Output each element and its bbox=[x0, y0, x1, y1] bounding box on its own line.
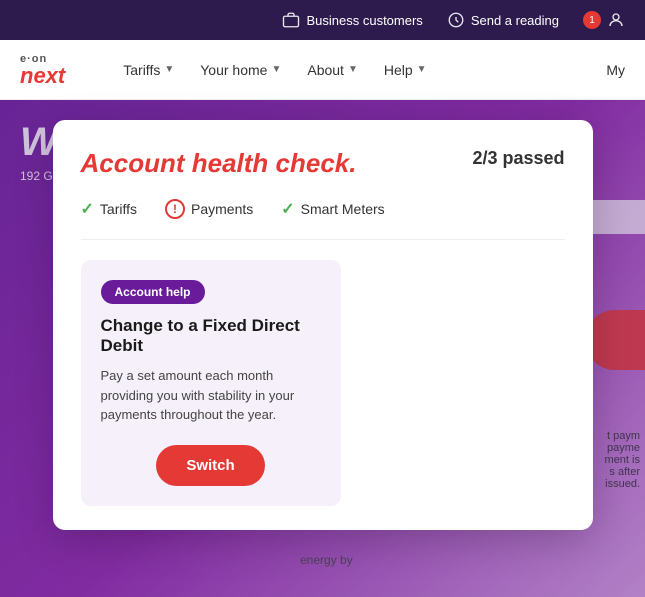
card-badge: Account help bbox=[101, 280, 205, 304]
briefcase-icon bbox=[282, 11, 300, 29]
chevron-down-icon: ▼ bbox=[417, 64, 427, 75]
modal-dialog: Account health check. 2/3 passed ✓ Tarif… bbox=[53, 120, 593, 530]
check-item-payments: ! Payments bbox=[165, 199, 253, 219]
notification-badge: 1 bbox=[583, 11, 601, 29]
check-items-row: ✓ Tariffs ! Payments ✓ Smart Meters bbox=[81, 199, 565, 240]
send-reading-label: Send a reading bbox=[471, 13, 559, 28]
nav-tariffs-label: Tariffs bbox=[123, 62, 160, 78]
card: Account help Change to a Fixed Direct De… bbox=[81, 260, 341, 506]
check-item-smart-meters: ✓ Smart Meters bbox=[281, 199, 384, 219]
modal-score: 2/3 passed bbox=[472, 148, 564, 169]
logo: e·on next bbox=[20, 53, 65, 87]
modal-overlay: Account health check. 2/3 passed ✓ Tarif… bbox=[0, 100, 645, 597]
notifications-link[interactable]: 1 bbox=[583, 11, 625, 29]
nav-your-home[interactable]: Your home ▼ bbox=[192, 62, 289, 78]
card-title: Change to a Fixed Direct Debit bbox=[101, 316, 321, 356]
send-reading-link[interactable]: Send a reading bbox=[447, 11, 559, 29]
check-tariffs-label: Tariffs bbox=[100, 201, 137, 217]
nav-your-home-label: Your home bbox=[200, 62, 267, 78]
nav-about[interactable]: About ▼ bbox=[299, 62, 366, 78]
chevron-down-icon: ▼ bbox=[164, 64, 174, 75]
check-warning-icon: ! bbox=[165, 199, 185, 219]
nav-help[interactable]: Help ▼ bbox=[376, 62, 435, 78]
nav-bar: e·on next Tariffs ▼ Your home ▼ About ▼ … bbox=[0, 40, 645, 100]
chevron-down-icon: ▼ bbox=[271, 64, 281, 75]
nav-tariffs[interactable]: Tariffs ▼ bbox=[115, 62, 182, 78]
business-customers-link[interactable]: Business customers bbox=[282, 11, 422, 29]
chevron-down-icon: ▼ bbox=[348, 64, 358, 75]
nav-help-label: Help bbox=[384, 62, 413, 78]
check-green-icon-2: ✓ bbox=[281, 199, 294, 219]
business-customers-label: Business customers bbox=[306, 13, 422, 28]
nav-about-label: About bbox=[307, 62, 344, 78]
switch-button[interactable]: Switch bbox=[156, 445, 264, 486]
top-bar: Business customers Send a reading 1 bbox=[0, 0, 645, 40]
modal-title: Account health check. bbox=[81, 148, 357, 179]
meter-icon bbox=[447, 11, 465, 29]
modal-header: Account health check. 2/3 passed bbox=[81, 148, 565, 179]
check-item-tariffs: ✓ Tariffs bbox=[81, 199, 138, 219]
nav-my[interactable]: My bbox=[606, 62, 625, 78]
notification-count: 1 bbox=[589, 15, 595, 26]
check-green-icon: ✓ bbox=[81, 199, 94, 219]
account-icon bbox=[607, 11, 625, 29]
check-smart-meters-label: Smart Meters bbox=[301, 201, 385, 217]
check-payments-label: Payments bbox=[191, 201, 253, 217]
card-description: Pay a set amount each month providing yo… bbox=[101, 366, 321, 425]
logo-next: next bbox=[20, 65, 65, 87]
